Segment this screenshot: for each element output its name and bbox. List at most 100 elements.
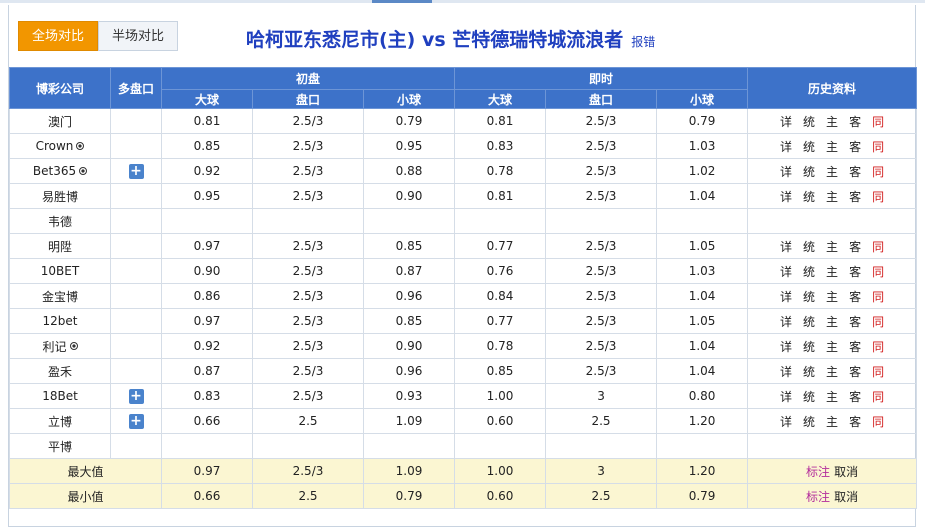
cancel-link[interactable]: 取消 bbox=[834, 490, 858, 504]
report-error-link[interactable]: 报错 bbox=[631, 33, 655, 50]
multi-cell: + bbox=[110, 158, 162, 184]
table-row: 10BET 0.90 2.5/3 0.87 0.76 2.5/3 1.03 详统主客同 bbox=[9, 258, 918, 284]
company-name: 利记 bbox=[42, 339, 67, 354]
history-link-1[interactable]: 统 bbox=[803, 113, 815, 130]
history-link-0[interactable]: 详 bbox=[780, 188, 792, 205]
history-link-2[interactable]: 主 bbox=[826, 288, 838, 305]
history-link-0[interactable]: 详 bbox=[780, 413, 792, 430]
header-live: 即时 bbox=[454, 67, 749, 90]
history-link-2[interactable]: 主 bbox=[826, 188, 838, 205]
history-link-4[interactable]: 同 bbox=[872, 263, 884, 280]
company-cell: 易胜博 bbox=[9, 183, 111, 209]
history-link-2[interactable]: 主 bbox=[826, 338, 838, 355]
company-name: 金宝博 bbox=[41, 289, 78, 304]
history-link-4[interactable]: 同 bbox=[872, 288, 884, 305]
history-link-2[interactable]: 主 bbox=[826, 138, 838, 155]
history-link-3[interactable]: 客 bbox=[849, 363, 861, 380]
history-link-3[interactable]: 客 bbox=[849, 313, 861, 330]
stat-live-cell: 0.60 bbox=[454, 483, 547, 509]
multi-cell bbox=[110, 283, 162, 309]
history-link-2[interactable]: 主 bbox=[826, 163, 838, 180]
company-cell: 立博 bbox=[9, 408, 111, 434]
live-odds-cell: 0.80 bbox=[656, 383, 749, 409]
history-link-1[interactable]: 统 bbox=[803, 163, 815, 180]
mark-link[interactable]: 标注 bbox=[806, 490, 830, 504]
history-link-4[interactable]: 同 bbox=[872, 388, 884, 405]
history-link-0[interactable]: 详 bbox=[780, 138, 792, 155]
mark-link[interactable]: 标注 bbox=[806, 465, 830, 479]
stat-live-cell: 1.20 bbox=[656, 458, 749, 484]
company-cell: 12bet bbox=[9, 308, 111, 334]
history-link-2[interactable]: 主 bbox=[826, 263, 838, 280]
history-link-3[interactable]: 客 bbox=[849, 338, 861, 355]
init-odds-cell: 0.85 bbox=[362, 308, 456, 334]
top-line-marker bbox=[372, 0, 432, 3]
history-link-4[interactable]: 同 bbox=[872, 338, 884, 355]
cancel-link[interactable]: 取消 bbox=[834, 465, 858, 479]
history-link-3[interactable]: 客 bbox=[849, 138, 861, 155]
history-link-3[interactable]: 客 bbox=[849, 163, 861, 180]
tab-full-match[interactable]: 全场对比 bbox=[18, 21, 98, 51]
history-link-0[interactable]: 详 bbox=[780, 238, 792, 255]
live-odds-cell: 0.81 bbox=[454, 108, 547, 134]
history-link-4[interactable]: 同 bbox=[872, 163, 884, 180]
history-link-4[interactable]: 同 bbox=[872, 363, 884, 380]
history-link-4[interactable]: 同 bbox=[872, 413, 884, 430]
history-link-0[interactable]: 详 bbox=[780, 313, 792, 330]
header-live-under: 小球 bbox=[656, 89, 749, 109]
expand-plus-icon[interactable]: + bbox=[128, 163, 144, 179]
company-cell: Bet365 bbox=[9, 158, 111, 184]
table-row: 平博 bbox=[9, 433, 918, 459]
history-link-0[interactable]: 详 bbox=[780, 338, 792, 355]
history-link-4[interactable]: 同 bbox=[872, 313, 884, 330]
history-link-1[interactable]: 统 bbox=[803, 263, 815, 280]
multi-cell bbox=[110, 183, 162, 209]
history-link-4[interactable]: 同 bbox=[872, 113, 884, 130]
expand-plus-icon[interactable]: + bbox=[128, 388, 144, 404]
history-link-3[interactable]: 客 bbox=[849, 238, 861, 255]
history-link-0[interactable]: 详 bbox=[780, 263, 792, 280]
history-link-4[interactable]: 同 bbox=[872, 238, 884, 255]
history-link-3[interactable]: 客 bbox=[849, 288, 861, 305]
live-odds-cell: 1.03 bbox=[656, 133, 749, 159]
multi-cell bbox=[110, 258, 162, 284]
history-link-1[interactable]: 统 bbox=[803, 363, 815, 380]
live-odds-cell: 2.5/3 bbox=[545, 258, 658, 284]
expand-plus-icon[interactable]: + bbox=[128, 413, 144, 429]
history-link-1[interactable]: 统 bbox=[803, 338, 815, 355]
history-link-3[interactable]: 客 bbox=[849, 388, 861, 405]
init-odds-cell: 2.5/3 bbox=[252, 258, 364, 284]
history-link-2[interactable]: 主 bbox=[826, 413, 838, 430]
history-link-1[interactable]: 统 bbox=[803, 238, 815, 255]
history-link-2[interactable]: 主 bbox=[826, 313, 838, 330]
history-link-3[interactable]: 客 bbox=[849, 413, 861, 430]
tab-half-time[interactable]: 半场对比 bbox=[98, 21, 178, 51]
history-link-1[interactable]: 统 bbox=[803, 413, 815, 430]
history-link-2[interactable]: 主 bbox=[826, 238, 838, 255]
history-link-1[interactable]: 统 bbox=[803, 138, 815, 155]
history-link-2[interactable]: 主 bbox=[826, 113, 838, 130]
history-link-3[interactable]: 客 bbox=[849, 263, 861, 280]
history-link-1[interactable]: 统 bbox=[803, 188, 815, 205]
history-link-0[interactable]: 详 bbox=[780, 363, 792, 380]
live-odds-cell: 2.5/3 bbox=[545, 158, 658, 184]
history-link-0[interactable]: 详 bbox=[780, 113, 792, 130]
history-link-0[interactable]: 详 bbox=[780, 388, 792, 405]
history-link-0[interactable]: 详 bbox=[780, 288, 792, 305]
header-initial-line: 盘口 bbox=[252, 89, 364, 109]
history-link-3[interactable]: 客 bbox=[849, 113, 861, 130]
history-link-1[interactable]: 统 bbox=[803, 288, 815, 305]
history-link-4[interactable]: 同 bbox=[872, 138, 884, 155]
history-link-1[interactable]: 统 bbox=[803, 388, 815, 405]
history-link-1[interactable]: 统 bbox=[803, 313, 815, 330]
company-name: 立博 bbox=[47, 414, 72, 429]
history-link-3[interactable]: 客 bbox=[849, 188, 861, 205]
stat-actions: 标注 取消 bbox=[747, 483, 918, 509]
live-odds-cell: 1.20 bbox=[656, 408, 749, 434]
live-odds-cell bbox=[545, 208, 658, 234]
history-link-2[interactable]: 主 bbox=[826, 388, 838, 405]
multi-cell bbox=[110, 358, 162, 384]
history-link-4[interactable]: 同 bbox=[872, 188, 884, 205]
history-link-2[interactable]: 主 bbox=[826, 363, 838, 380]
history-link-0[interactable]: 详 bbox=[780, 163, 792, 180]
